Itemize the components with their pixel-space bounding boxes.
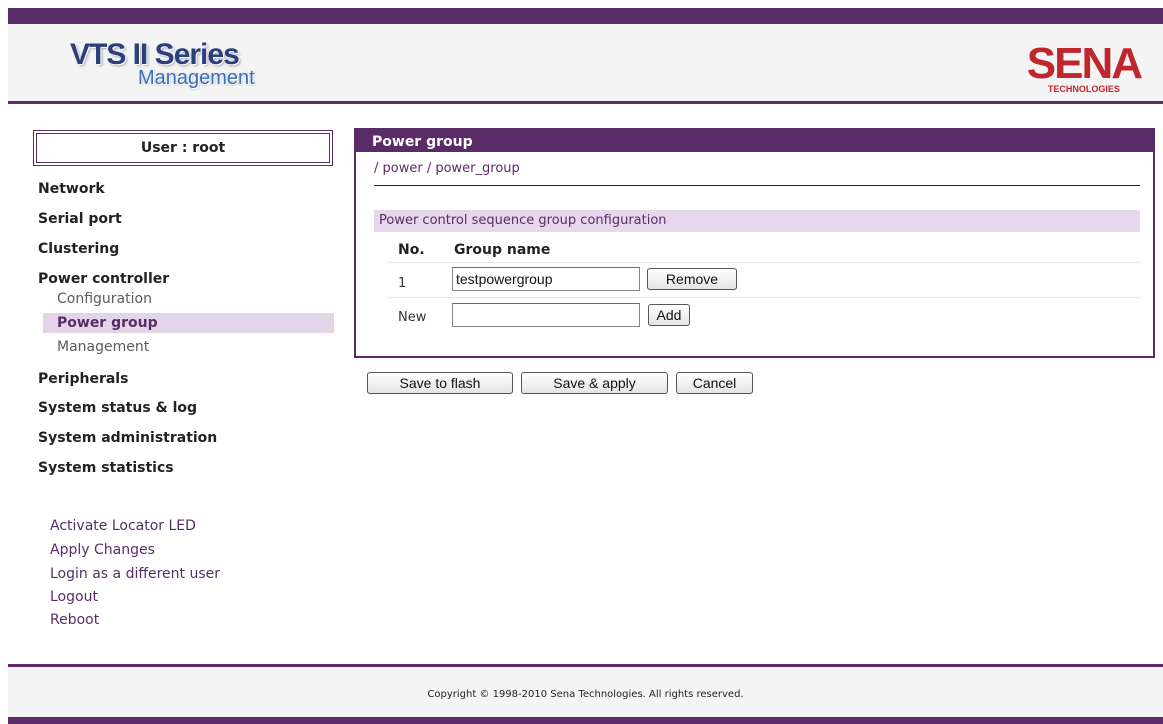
brand-logo-name: SENA <box>1026 39 1143 88</box>
remove-button[interactable]: Remove <box>647 268 737 290</box>
nav-system-status-log[interactable]: System status & log <box>38 400 197 416</box>
row-number: 1 <box>398 276 407 291</box>
column-header-group-name: Group name <box>454 242 551 258</box>
new-row-label: New <box>398 310 427 325</box>
nav-serial-port[interactable]: Serial port <box>38 211 122 227</box>
save-apply-button[interactable]: Save & apply <box>521 372 668 394</box>
group-name-input[interactable] <box>452 267 640 291</box>
current-user-box: User : root <box>33 130 333 166</box>
page-header: VTS II Series Management SENA TECHNOLOGI… <box>8 24 1163 104</box>
save-to-flash-button[interactable]: Save to flash <box>367 372 513 394</box>
current-user-label: User : root <box>140 140 226 156</box>
product-logo: VTS II Series Management <box>70 38 255 89</box>
link-activate-locator-led[interactable]: Activate Locator LED <box>50 518 196 534</box>
page-title: Power group <box>356 130 1153 152</box>
new-group-name-input[interactable] <box>452 303 640 327</box>
nav-sub-configuration[interactable]: Configuration <box>57 291 152 307</box>
nav-power-controller[interactable]: Power controller <box>38 271 169 287</box>
row-divider <box>388 297 1140 298</box>
link-reboot[interactable]: Reboot <box>50 612 99 628</box>
link-logout[interactable]: Logout <box>50 589 98 605</box>
power-group-panel: Power group / power / power_group Power … <box>354 128 1155 358</box>
nav-sub-management[interactable]: Management <box>57 339 149 355</box>
section-title: Power control sequence group configurati… <box>374 210 1140 232</box>
link-login-different-user[interactable]: Login as a different user <box>50 566 220 582</box>
copyright-text: Copyright © 1998-2010 Sena Technologies.… <box>427 689 744 700</box>
breadcrumb-divider <box>374 185 1140 186</box>
brand-logo: SENA TECHNOLOGIES <box>1026 39 1143 95</box>
nav-peripherals[interactable]: Peripherals <box>38 371 128 387</box>
product-logo-subtitle: Management <box>138 67 255 89</box>
breadcrumb: / power / power_group <box>374 161 520 176</box>
nav-sub-power-group[interactable]: Power group <box>57 315 158 331</box>
cancel-button[interactable]: Cancel <box>676 372 753 394</box>
link-apply-changes[interactable]: Apply Changes <box>50 542 155 558</box>
nav-network[interactable]: Network <box>38 181 105 197</box>
add-button[interactable]: Add <box>648 304 690 326</box>
nav-system-statistics[interactable]: System statistics <box>38 460 174 476</box>
nav-system-administration[interactable]: System administration <box>38 430 217 446</box>
nav-clustering[interactable]: Clustering <box>38 241 119 257</box>
top-accent-bar <box>8 8 1163 24</box>
page-footer: Copyright © 1998-2010 Sena Technologies.… <box>8 667 1163 717</box>
column-header-no: No. <box>398 242 425 258</box>
product-logo-title: VTS II Series <box>70 38 240 71</box>
row-divider <box>388 262 1140 263</box>
bottom-accent-bar <box>8 717 1163 724</box>
